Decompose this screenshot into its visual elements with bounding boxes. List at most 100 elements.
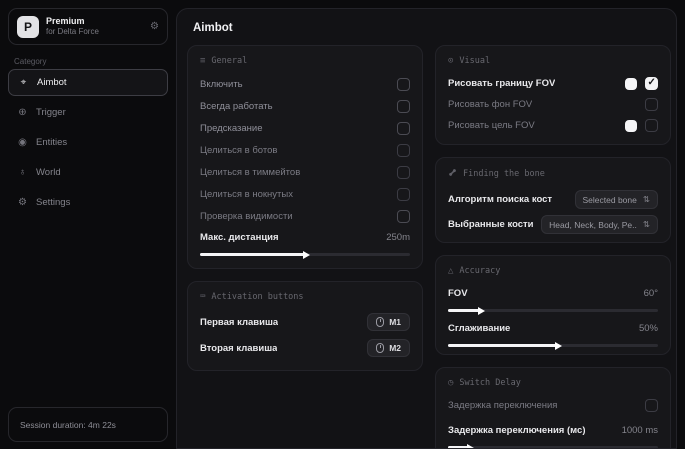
row-label: Рисовать цель FOV	[448, 120, 535, 131]
switch-delay-card-title: Switch Delay	[459, 378, 520, 388]
brand-title: Premium	[46, 16, 143, 27]
finding-bone-card: Finding the bone Алгоритм поиска костей …	[435, 157, 671, 243]
bone-algorithm-value: Selected bone	[583, 195, 637, 205]
checkbox-visibility-check[interactable]	[397, 210, 410, 223]
brand-logo: P	[17, 16, 39, 38]
switch-delay-card: ◷ Switch Delay Задержка переключения Зад…	[435, 367, 671, 449]
sidebar-item-trigger[interactable]: ⊕ Trigger	[8, 99, 168, 126]
row-label: Проверка видимости	[200, 211, 293, 222]
sidebar-item-label: Entities	[36, 137, 67, 148]
switch-delay-ms-label: Задержка переключения (мс)	[448, 425, 585, 436]
bone-algorithm-select[interactable]: Selected bone ⇅	[575, 190, 658, 209]
checkbox-prediction[interactable]	[397, 122, 410, 135]
smoothing-slider[interactable]	[448, 344, 658, 347]
timer-icon: ◷	[448, 378, 453, 388]
slider-thumb[interactable]	[303, 251, 310, 259]
slider-thumb[interactable]	[467, 444, 474, 449]
sidebar-item-entities[interactable]: ◉ Entities	[8, 129, 168, 156]
smoothing-label: Сглаживание	[448, 323, 510, 334]
max-distance-slider[interactable]	[200, 253, 410, 256]
sidebar: P Premium for Delta Force ⚙ Category ⌖ A…	[0, 0, 175, 449]
activation-buttons-card: ⌨ Activation buttons Первая клавиша M1 В…	[187, 281, 423, 371]
second-key-value: M2	[389, 343, 401, 353]
row-label: Целиться в нокнутых	[200, 189, 293, 200]
entities-icon: ◉	[17, 137, 28, 148]
checkbox-draw-fov-background[interactable]	[645, 98, 658, 111]
sidebar-item-settings[interactable]: ⚙ Settings	[8, 189, 168, 216]
fov-slider[interactable]	[448, 309, 658, 312]
max-distance-value: 250m	[386, 232, 410, 243]
session-duration-card: Session duration: 4m 22s	[8, 407, 168, 442]
accuracy-card-title: Accuracy	[459, 266, 500, 276]
bone-algorithm-label: Алгоритм поиска костей	[448, 194, 552, 205]
eye-icon: ⊙	[448, 56, 453, 66]
general-card-title: General	[211, 56, 247, 66]
trigger-icon: ⊕	[17, 107, 28, 118]
brand-subtitle: for Delta Force	[46, 27, 143, 37]
row-label: Включить	[200, 79, 243, 90]
keyboard-icon: ⌨	[200, 292, 205, 302]
checkbox-switch-delay[interactable]	[645, 399, 658, 412]
general-card: ≡ General Включить Всегда работать Предс…	[187, 45, 423, 269]
sliders-icon: ≡	[200, 56, 205, 66]
smoothing-value: 50%	[639, 323, 658, 334]
world-icon: ♁	[17, 167, 28, 178]
row-label: Рисовать границу FOV	[448, 78, 555, 89]
switch-delay-ms-value: 1000 ms	[622, 425, 658, 436]
fov-label: FOV	[448, 288, 468, 299]
second-key-label: Вторая клавиша	[200, 343, 277, 354]
crosshair-icon: ⌖	[18, 77, 29, 88]
bone-icon	[448, 168, 457, 180]
fov-target-color-swatch[interactable]	[625, 120, 637, 132]
row-label: Всегда работать	[200, 101, 273, 112]
visual-card: ⊙ Visual Рисовать границу FOV Рисовать ф…	[435, 45, 671, 145]
row-label: Целиться в ботов	[200, 145, 277, 156]
brand-card: P Premium for Delta Force ⚙	[8, 8, 168, 45]
fov-border-color-swatch[interactable]	[625, 78, 637, 90]
row-label: Целиться в тиммейтов	[200, 167, 300, 178]
checkbox-target-teammates[interactable]	[397, 166, 410, 179]
checkbox-enable[interactable]	[397, 78, 410, 91]
slider-thumb[interactable]	[555, 342, 562, 350]
fov-value: 60°	[644, 288, 658, 299]
selected-bones-select[interactable]: Head, Neck, Body, Pe.. ⇅	[541, 215, 658, 234]
checkbox-draw-fov-border[interactable]	[645, 77, 658, 90]
activation-card-title: Activation buttons	[211, 292, 303, 302]
slider-thumb[interactable]	[478, 307, 485, 315]
visual-card-title: Visual	[459, 56, 490, 66]
row-label: Рисовать фон FOV	[448, 99, 532, 110]
main-panel: Aimbot ≡ General Включить Всегда работат…	[176, 8, 677, 449]
settings-gear-icon: ⚙	[17, 197, 28, 208]
app-window: P Premium for Delta Force ⚙ Category ⌖ A…	[0, 0, 685, 449]
switch-delay-toggle-label: Задержка переключения	[448, 400, 557, 411]
first-key-label: Первая клавиша	[200, 317, 278, 328]
checkbox-target-bots[interactable]	[397, 144, 410, 157]
category-label: Category	[14, 57, 46, 66]
sidebar-nav: ⌖ Aimbot ⊕ Trigger ◉ Entities ♁ World ⚙ …	[8, 69, 168, 219]
checkbox-target-knocked[interactable]	[397, 188, 410, 201]
sidebar-item-world[interactable]: ♁ World	[8, 159, 168, 186]
unfold-icon: ⇅	[643, 194, 650, 205]
unfold-icon: ⇅	[643, 219, 650, 230]
triangle-icon: △	[448, 266, 453, 276]
sidebar-item-aimbot[interactable]: ⌖ Aimbot	[8, 69, 168, 96]
first-key-button[interactable]: M1	[367, 313, 410, 331]
sidebar-item-label: Trigger	[36, 107, 66, 118]
mouse-icon	[376, 317, 384, 327]
gear-icon[interactable]: ⚙	[150, 21, 159, 32]
bone-card-title: Finding the bone	[463, 169, 545, 179]
selected-bones-value: Head, Neck, Body, Pe..	[549, 220, 637, 230]
row-label: Предсказание	[200, 123, 263, 134]
checkbox-always-work[interactable]	[397, 100, 410, 113]
max-distance-label: Макс. дистанция	[200, 232, 279, 243]
session-duration-text: Session duration: 4m 22s	[20, 420, 116, 430]
accuracy-card: △ Accuracy FOV 60° Сглаживание 50%	[435, 255, 671, 355]
page-title: Aimbot	[193, 22, 233, 34]
sidebar-item-label: Settings	[36, 197, 70, 208]
checkbox-draw-fov-target[interactable]	[645, 119, 658, 132]
first-key-value: M1	[389, 317, 401, 327]
second-key-button[interactable]: M2	[367, 339, 410, 357]
mouse-icon	[376, 343, 384, 353]
sidebar-item-label: Aimbot	[37, 77, 67, 88]
selected-bones-label: Выбранные кости	[448, 219, 534, 230]
